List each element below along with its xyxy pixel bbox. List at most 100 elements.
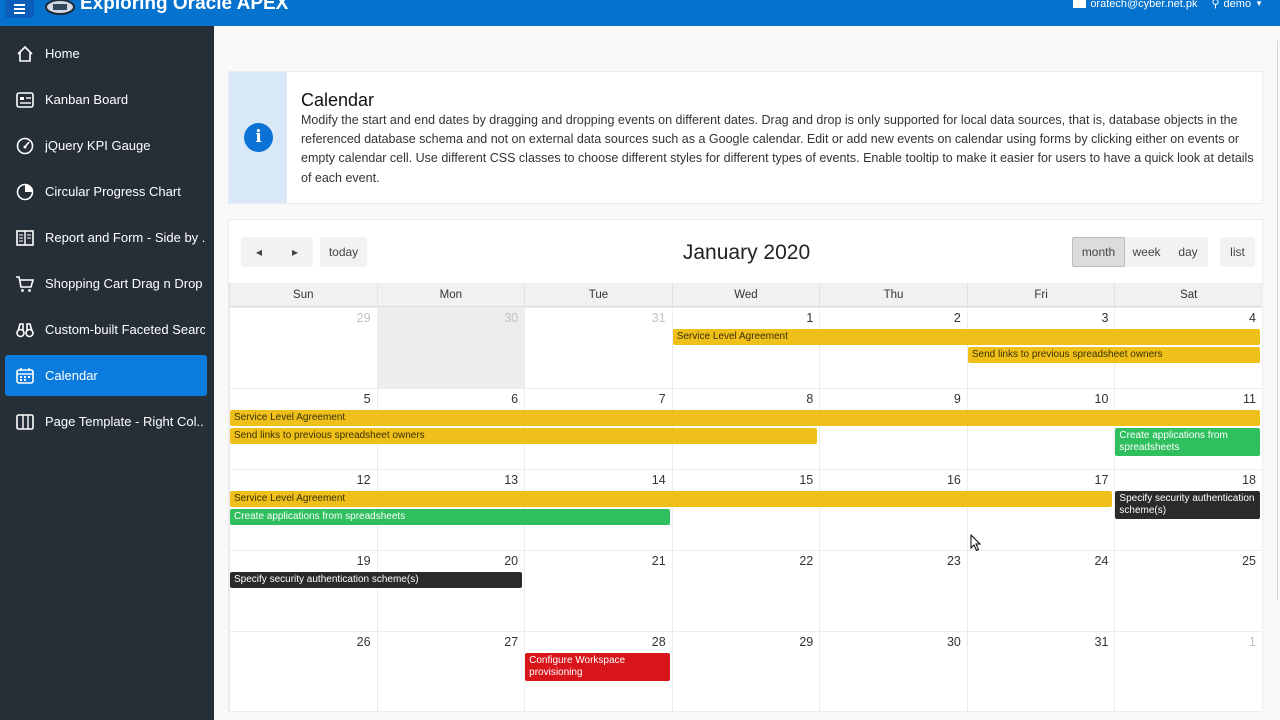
app-title[interactable]: Exploring Oracle APEX <box>80 0 288 15</box>
day-number[interactable]: 18 <box>1242 473 1256 487</box>
sidebar-item-faceted-search[interactable]: Custom-built Faceted Search <box>5 309 207 350</box>
view-week-button[interactable]: week <box>1125 237 1168 267</box>
day-cell[interactable]: 29 <box>671 631 820 712</box>
day-number[interactable]: 27 <box>504 635 518 649</box>
day-number[interactable]: 10 <box>1095 392 1109 406</box>
weekday-label: Fri <box>966 283 1115 307</box>
day-number[interactable]: 11 <box>1243 392 1256 406</box>
calendar-icon <box>16 367 34 384</box>
day-number[interactable]: 24 <box>1095 554 1109 568</box>
day-cell[interactable]: 16 <box>819 469 967 550</box>
day-cell[interactable]: 21 <box>524 550 672 631</box>
report-form-icon <box>16 229 34 246</box>
day-number[interactable]: 28 <box>652 635 666 649</box>
day-number[interactable]: 15 <box>799 473 813 487</box>
day-number[interactable]: 16 <box>947 473 961 487</box>
sidebar-item-home[interactable]: Home <box>5 33 207 74</box>
sidebar-item-report-and-form[interactable]: Report and Form - Side by ... <box>5 217 207 258</box>
calendar-event[interactable]: Create applications from spreadsheets <box>1115 428 1260 456</box>
scrollbar[interactable] <box>1277 41 1278 601</box>
calendar-region: ◂ ▸ today January 2020 month week day li… <box>228 219 1263 712</box>
day-number[interactable]: 30 <box>504 311 518 325</box>
day-number[interactable]: 25 <box>1242 554 1256 568</box>
day-number[interactable]: 14 <box>652 473 666 487</box>
day-number[interactable]: 22 <box>799 554 813 568</box>
calendar-event[interactable]: Create applications from spreadsheets <box>230 509 670 525</box>
day-number[interactable]: 9 <box>954 392 961 406</box>
sidebar-item-jquery-kpi-gauge[interactable]: jQuery KPI Gauge <box>5 125 207 166</box>
day-number[interactable]: 23 <box>947 554 961 568</box>
day-cell[interactable]: 26 <box>229 631 377 712</box>
day-number[interactable]: 31 <box>652 311 666 325</box>
day-cell[interactable]: 31 <box>524 307 672 388</box>
day-number[interactable]: 12 <box>357 473 371 487</box>
user-icon: ⚲ <box>1211 0 1220 10</box>
day-cell[interactable]: 22 <box>671 550 820 631</box>
day-cell[interactable]: 20 <box>376 550 525 631</box>
day-number[interactable]: 31 <box>1095 635 1109 649</box>
day-cell[interactable]: 9 <box>819 388 967 469</box>
day-number[interactable]: 30 <box>947 635 961 649</box>
sidebar-item-shopping-cart[interactable]: Shopping Cart Drag n Drop <box>5 263 207 304</box>
chevron-down-icon[interactable]: ▼ <box>1255 0 1263 8</box>
calendar-event[interactable]: Send links to previous spreadsheet owner… <box>967 347 1260 363</box>
sidebar-item-page-template[interactable]: Page Template - Right Col... <box>5 401 207 442</box>
info-title: Calendar <box>301 90 375 110</box>
day-number[interactable]: 26 <box>357 635 371 649</box>
calendar-grid: Sun Mon Tue Wed Thu Fri Sat 29 30 31 1 2 3 4 5 6 7 8 9 10 1… <box>229 283 1262 713</box>
day-cell[interactable]: 23 <box>819 550 967 631</box>
day-cell[interactable]: 10 <box>966 388 1115 469</box>
calendar-event[interactable]: Specify security authentication scheme(s… <box>1115 491 1260 519</box>
day-cell[interactable]: 31 <box>966 631 1115 712</box>
sidebar-item-calendar[interactable]: Calendar <box>5 355 207 396</box>
weekday-label: Wed <box>671 283 820 307</box>
day-number[interactable]: 3 <box>1101 311 1108 325</box>
day-number[interactable]: 17 <box>1095 473 1109 487</box>
day-number[interactable]: 2 <box>954 311 961 325</box>
day-number[interactable]: 5 <box>364 392 371 406</box>
day-number[interactable]: 4 <box>1249 311 1256 325</box>
day-cell[interactable]: 19 <box>229 550 377 631</box>
day-cell[interactable]: 1 <box>1114 631 1262 712</box>
calendar-event[interactable]: Service Level Agreement <box>230 491 1113 507</box>
view-month-button[interactable]: month <box>1072 237 1125 267</box>
day-cell[interactable]: 1 <box>671 307 820 388</box>
day-number[interactable]: 8 <box>806 392 813 406</box>
day-number[interactable]: 13 <box>504 473 518 487</box>
day-number[interactable]: 1 <box>1249 635 1256 649</box>
day-number[interactable]: 19 <box>357 554 371 568</box>
calendar-event[interactable]: Specify security authentication scheme(s… <box>230 572 523 588</box>
day-cell[interactable]: 24 <box>966 550 1115 631</box>
day-cell[interactable]: 25 <box>1114 550 1262 631</box>
weekday-label: Tue <box>524 283 672 307</box>
day-number[interactable]: 6 <box>511 392 518 406</box>
sidebar-item-kanban-board[interactable]: Kanban Board <box>5 79 207 120</box>
user-menu[interactable]: demo <box>1224 0 1252 10</box>
day-cell[interactable]: 29 <box>229 307 377 388</box>
day-cell[interactable]: 15 <box>671 469 820 550</box>
day-cell[interactable]: 2 <box>819 307 967 388</box>
sidebar-item-circular-progress-chart[interactable]: Circular Progress Chart <box>5 171 207 212</box>
day-number[interactable]: 29 <box>799 635 813 649</box>
day-cell[interactable]: 27 <box>376 631 525 712</box>
app-logo-icon <box>45 0 75 15</box>
day-cell[interactable]: 30 <box>376 307 525 388</box>
day-cell[interactable]: 17 <box>966 469 1115 550</box>
view-list-button[interactable]: list <box>1220 237 1255 267</box>
sidebar-item-label: Calendar <box>45 368 98 383</box>
day-number[interactable]: 7 <box>659 392 666 406</box>
cart-icon <box>16 275 35 292</box>
calendar-event[interactable]: Configure Workspace provisioning <box>525 653 670 681</box>
view-day-button[interactable]: day <box>1168 237 1208 267</box>
sidebar-item-label: jQuery KPI Gauge <box>45 138 151 153</box>
day-number[interactable]: 1 <box>806 311 813 325</box>
kanban-icon <box>16 91 34 108</box>
menu-toggle-button[interactable] <box>5 0 34 18</box>
day-number[interactable]: 20 <box>504 554 518 568</box>
day-number[interactable]: 29 <box>357 311 371 325</box>
calendar-event[interactable]: Service Level Agreement <box>672 329 1260 345</box>
calendar-event[interactable]: Send links to previous spreadsheet owner… <box>230 428 818 444</box>
day-cell[interactable]: 30 <box>819 631 967 712</box>
day-number[interactable]: 21 <box>652 554 666 568</box>
calendar-event[interactable]: Service Level Agreement <box>230 410 1260 426</box>
